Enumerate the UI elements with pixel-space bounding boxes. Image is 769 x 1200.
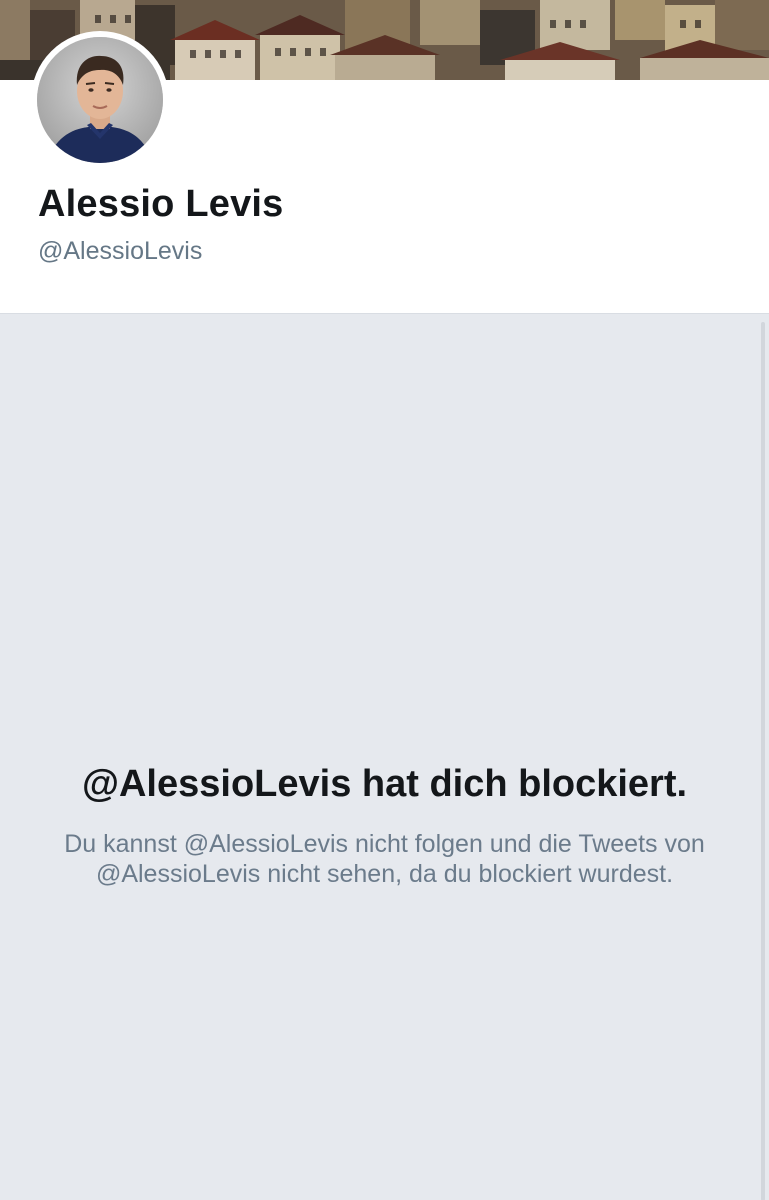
profile-display-name: Alessio Levis <box>38 183 284 225</box>
scrollbar[interactable] <box>761 322 765 1200</box>
profile-handle: @AlessioLevis <box>38 237 203 265</box>
blocked-notice-section: @AlessioLevis hat dich blockiert. Du kan… <box>0 313 769 1200</box>
blocked-message: Du kannst @AlessioLevis nicht folgen und… <box>64 830 705 888</box>
blocked-title: @AlessioLevis hat dich blockiert. <box>81 763 688 805</box>
profile-page: Alessio Levis @AlessioLevis @AlessioLevi… <box>0 0 769 1200</box>
avatar-photo <box>37 37 163 163</box>
profile-avatar[interactable] <box>31 31 169 169</box>
